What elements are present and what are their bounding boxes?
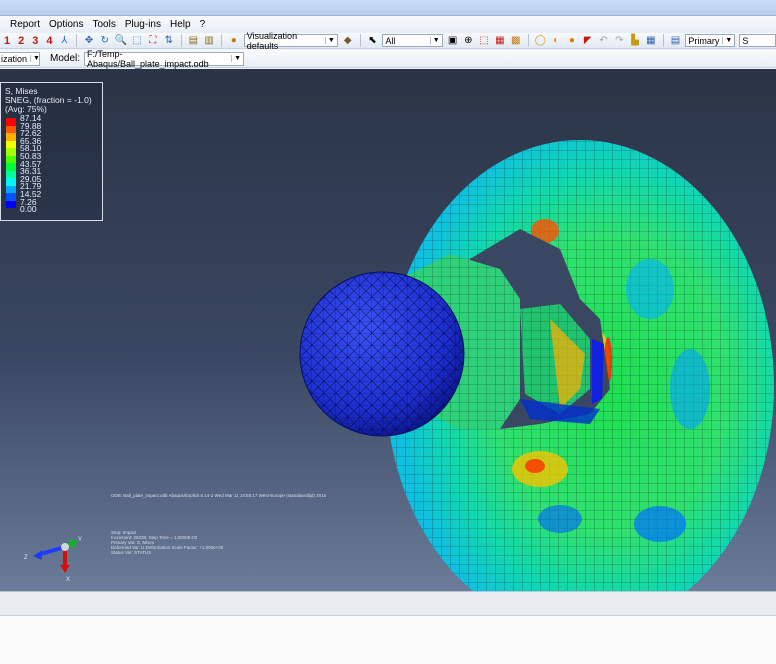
legend-band bbox=[6, 178, 16, 186]
chevron-down-icon: ▼ bbox=[324, 37, 335, 44]
legend-values: 87.14 79.88 72.62 65.36 58.10 50.83 43.5… bbox=[20, 114, 41, 215]
toolbar-separator bbox=[359, 34, 361, 47]
variable-type-icon[interactable]: ▤ bbox=[670, 34, 682, 47]
fem-model-render: ODB: Ball_plate_impact.odb Abaqus/Explic… bbox=[24, 140, 774, 591]
toolbar-separator bbox=[221, 34, 222, 47]
chevron-down-icon: ▼ bbox=[722, 37, 732, 44]
chevron-down-icon: ▼ bbox=[30, 55, 40, 62]
undo-icon[interactable]: ↶ bbox=[598, 34, 610, 47]
visualization-defaults-select[interactable]: Visualization defaults ▼ bbox=[243, 31, 338, 51]
menu-options[interactable]: Options bbox=[49, 19, 83, 30]
triad-z-label: Z bbox=[24, 555, 28, 561]
replace-selected-icon[interactable]: ▦ bbox=[494, 34, 506, 47]
selection-arrow-icon[interactable]: ⬉ bbox=[367, 34, 379, 47]
selection-filter-select[interactable]: All ▼ bbox=[382, 34, 443, 47]
impact-ball bbox=[299, 271, 465, 437]
rotate-icon[interactable]: ↻ bbox=[99, 34, 111, 47]
window-titlebar bbox=[0, 0, 776, 16]
model-select[interactable]: F:/Temp-Abaqus/Ball_plate_impact.odb ▼ bbox=[84, 49, 245, 69]
step-info-block: Step: Impact Increment: 28238: Step Time… bbox=[111, 530, 223, 555]
toolbar-separator bbox=[527, 34, 529, 47]
odb-info-text: ODB: Ball_plate_impact.odb Abaqus/Explic… bbox=[111, 493, 327, 498]
menu-tools[interactable]: Tools bbox=[92, 19, 115, 30]
chevron-down-icon: ▼ bbox=[429, 37, 440, 44]
orientation-triad: Z Y X bbox=[24, 537, 82, 583]
redo-icon[interactable]: ↷ bbox=[613, 34, 625, 47]
undeformed-shape-icon[interactable]: ◯ bbox=[534, 34, 546, 47]
view-2-button[interactable]: 2 bbox=[16, 35, 26, 47]
view-4-button[interactable]: 4 bbox=[44, 35, 54, 47]
legend-band bbox=[6, 193, 16, 201]
field-output-type-select[interactable]: Primary ▼ bbox=[685, 34, 736, 47]
triad-y-label: Y bbox=[78, 537, 82, 543]
pan-icon[interactable]: ✥ bbox=[83, 34, 95, 47]
toolbar-separator bbox=[180, 34, 182, 47]
module-select[interactable]: ization ▼ bbox=[0, 51, 40, 66]
main-toolbar: 1 2 3 4 ⅄ ✥ ↻ 🔍 ⬚ ⛶ ⇅ ▤ ▥ ● Visualizatio… bbox=[0, 31, 776, 51]
step-info-line: Status Var: STATUS bbox=[111, 550, 152, 555]
iso-view-icon[interactable]: ⅄ bbox=[59, 34, 71, 47]
view-3-button[interactable]: 3 bbox=[30, 35, 40, 47]
menu-bar: Report Options Tools Plug-ins Help ? bbox=[0, 16, 776, 33]
message-area[interactable] bbox=[0, 615, 776, 664]
contour-legend: S, Mises SNEG, (fraction = -1.0) (Avg: 7… bbox=[0, 82, 103, 221]
toolbar-separator bbox=[76, 34, 78, 47]
menu-help[interactable]: Help bbox=[170, 19, 191, 30]
legend-band bbox=[6, 125, 16, 133]
menu-report[interactable]: Report bbox=[10, 19, 40, 30]
color-code-icon[interactable]: ◆ bbox=[342, 34, 354, 47]
legend-band bbox=[6, 185, 16, 193]
triad-x-label: X bbox=[66, 577, 70, 583]
display-group-icon[interactable]: ⊕ bbox=[462, 34, 474, 47]
view-1-button[interactable]: 1 bbox=[2, 35, 12, 47]
query-icon[interactable]: ▣ bbox=[447, 34, 459, 47]
prompt-area bbox=[0, 591, 776, 615]
legend-band bbox=[6, 155, 16, 163]
legend-band bbox=[6, 200, 16, 208]
graphics-viewport[interactable]: ODB: Ball_plate_impact.odb Abaqus/Explic… bbox=[0, 69, 776, 591]
cycle-views-icon[interactable]: ⇅ bbox=[163, 34, 175, 47]
render-style-icon[interactable]: ▤ bbox=[187, 34, 199, 47]
legend-value: 0.00 bbox=[20, 204, 37, 215]
box-zoom-icon[interactable]: ⬚ bbox=[131, 34, 143, 47]
box-select-icon[interactable]: ⬚ bbox=[478, 34, 490, 47]
auto-fit-icon[interactable]: ⛶ bbox=[147, 34, 159, 47]
xy-data-icon[interactable]: ▙ bbox=[629, 34, 641, 47]
contour-plot-icon[interactable]: ● bbox=[566, 34, 578, 47]
menu-plugins[interactable]: Plug-ins bbox=[125, 19, 161, 30]
chevron-down-icon: ▼ bbox=[231, 55, 241, 62]
deformed-shape-icon[interactable]: ◐ bbox=[550, 34, 562, 47]
legend-band bbox=[6, 133, 16, 141]
animate-icon[interactable]: ◤ bbox=[582, 34, 594, 47]
plot-contours-icon[interactable]: ▩ bbox=[510, 34, 522, 47]
legend-band bbox=[6, 163, 16, 171]
whats-this-button[interactable]: ? bbox=[200, 19, 206, 30]
legend-band bbox=[6, 148, 16, 156]
context-bar: ization ▼ Model: F:/Temp-Abaqus/Ball_plat… bbox=[0, 49, 776, 69]
feature-edges-icon[interactable]: ▥ bbox=[203, 34, 215, 47]
model-label: Model: bbox=[50, 53, 81, 64]
legend-band bbox=[6, 118, 16, 126]
legend-band bbox=[6, 140, 16, 148]
field-output-icon[interactable]: ▦ bbox=[645, 34, 657, 47]
primary-variable-select[interactable]: S bbox=[739, 34, 776, 47]
magnify-icon[interactable]: 🔍 bbox=[115, 34, 127, 47]
legend-color-scale bbox=[6, 118, 16, 208]
visualization-defaults-icon[interactable]: ● bbox=[228, 34, 240, 47]
toolbar-separator bbox=[662, 34, 664, 47]
legend-band bbox=[6, 170, 16, 178]
